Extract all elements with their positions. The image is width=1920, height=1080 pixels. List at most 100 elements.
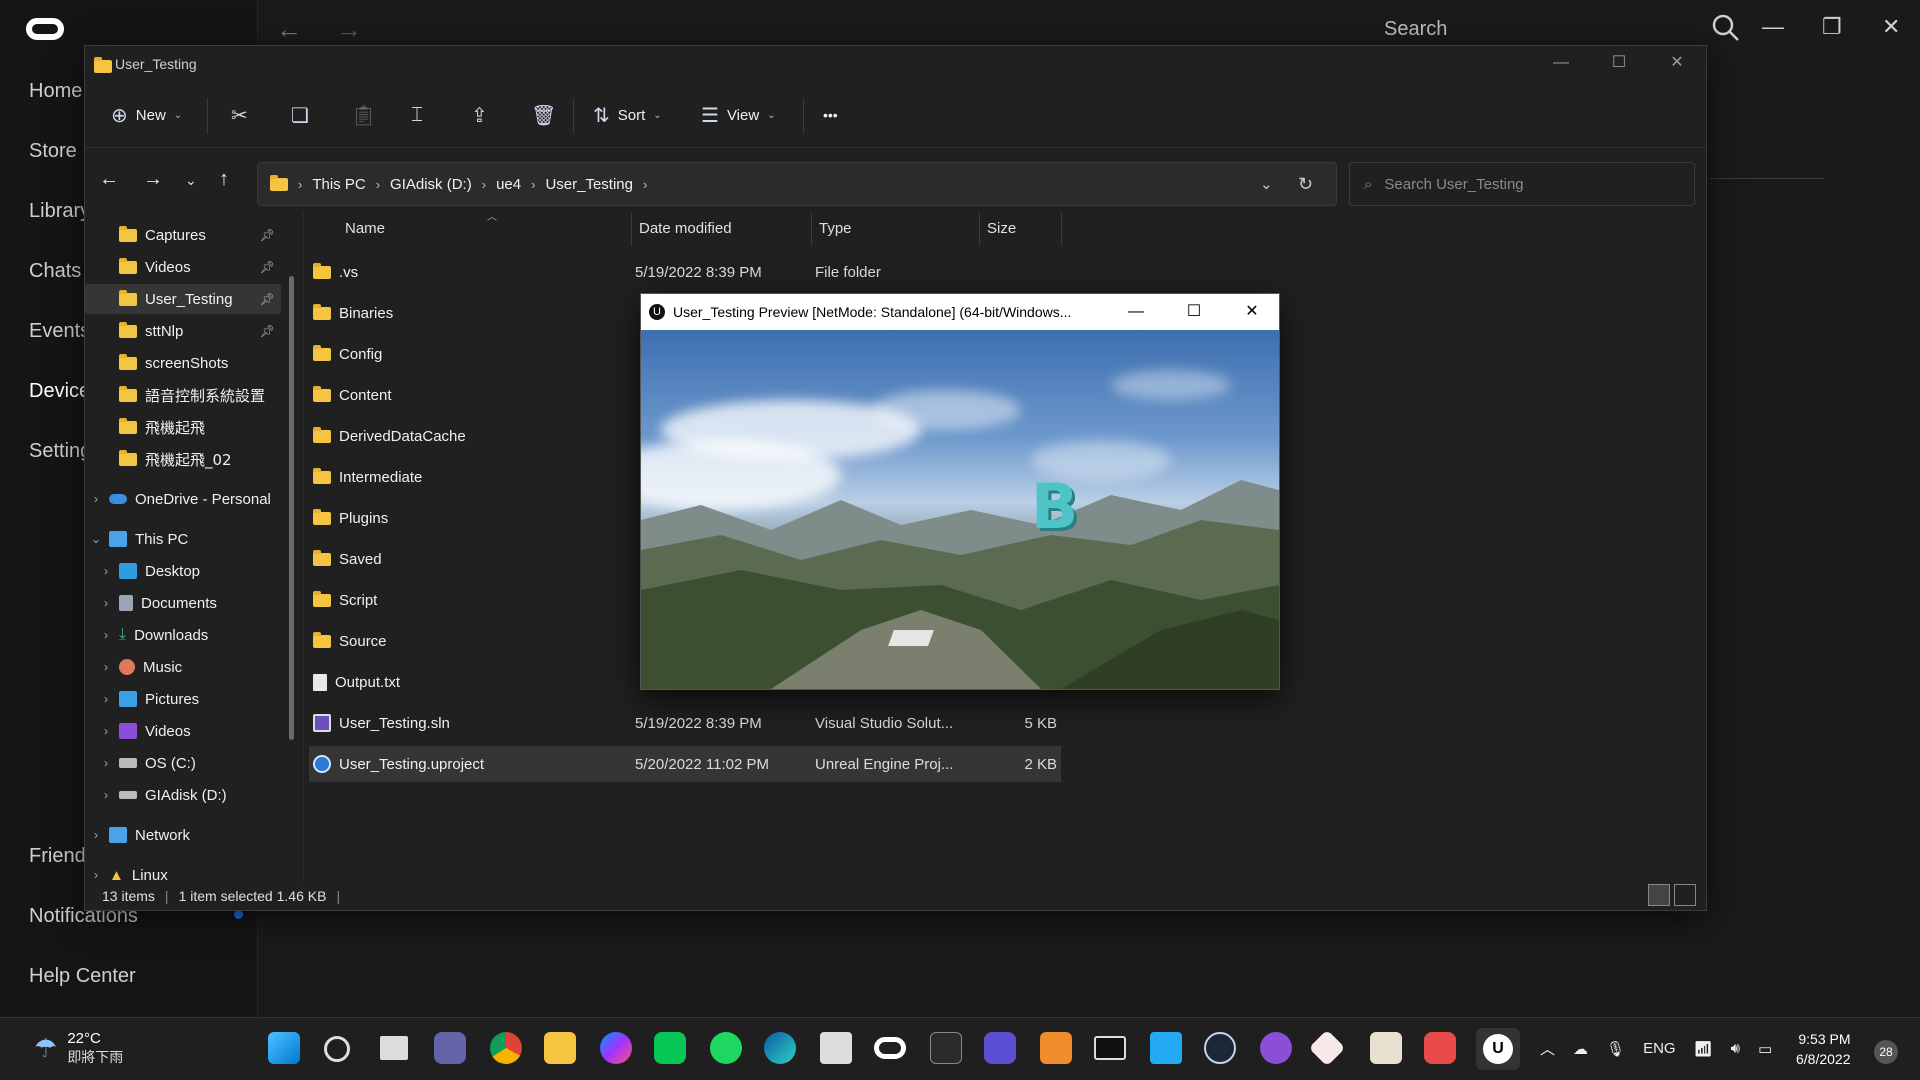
- column-divider[interactable]: [1061, 212, 1062, 246]
- delete-button[interactable]: 🗑︎: [531, 100, 556, 130]
- nav-item-giadisk-d[interactable]: › GIAdisk (D:): [85, 780, 281, 810]
- back-arrow-icon[interactable]: ←: [276, 14, 302, 45]
- teams-chat-icon[interactable]: [434, 1032, 466, 1064]
- oculus-nav-library[interactable]: Library: [29, 200, 90, 223]
- minimize-icon[interactable]: —: [1762, 14, 1784, 40]
- chrome-icon[interactable]: [490, 1032, 522, 1064]
- nav-item-videos[interactable]: Videos 📌︎: [85, 252, 281, 282]
- wifi-icon[interactable]: 📶︎: [1694, 1040, 1713, 1058]
- minimize-icon[interactable]: —: [1107, 294, 1165, 330]
- search-icon[interactable]: [1712, 14, 1740, 47]
- dice-icon[interactable]: [1308, 1029, 1346, 1067]
- chevron-up-icon[interactable]: ︿: [1540, 1038, 1555, 1059]
- github-icon[interactable]: [1260, 1032, 1292, 1064]
- nav-item-documents[interactable]: › Documents: [85, 588, 281, 618]
- rename-button[interactable]: ⌶: [411, 100, 423, 130]
- explorer-titlebar[interactable]: User_Testing — ☐ ✕: [85, 46, 1706, 82]
- close-icon[interactable]: ✕: [1882, 14, 1900, 40]
- nav-item-voice-control[interactable]: 語音控制系統設置: [85, 380, 281, 410]
- notepad-icon[interactable]: [1370, 1032, 1402, 1064]
- maximize-icon[interactable]: ☐: [1597, 50, 1641, 76]
- language-indicator[interactable]: ENG: [1643, 1040, 1676, 1057]
- messenger-icon[interactable]: [600, 1032, 632, 1064]
- nav-pane-scrollbar[interactable]: [289, 276, 294, 740]
- vscode-icon[interactable]: [1150, 1032, 1182, 1064]
- nav-item-network[interactable]: › Network: [85, 820, 281, 850]
- start-windows-icon[interactable]: [268, 1032, 300, 1064]
- column-header-size[interactable]: Size: [987, 220, 1016, 237]
- oculus-nav-help-center[interactable]: Help Center: [29, 965, 136, 988]
- oculus-nav-home[interactable]: Home: [29, 80, 82, 103]
- details-view-icon[interactable]: [1648, 884, 1670, 906]
- column-divider[interactable]: [979, 212, 980, 246]
- column-divider[interactable]: [811, 212, 812, 246]
- nav-item-takeoff[interactable]: 飛機起飛: [85, 412, 281, 442]
- battery-icon[interactable]: ▭: [1758, 1040, 1772, 1058]
- game-viewport[interactable]: B: [641, 330, 1279, 689]
- close-icon[interactable]: ✕: [1223, 294, 1281, 330]
- nav-item-os-c[interactable]: › OS (C:): [85, 748, 281, 778]
- column-header-type[interactable]: Type: [819, 220, 852, 237]
- nav-item-videos-pc[interactable]: › Videos: [85, 716, 281, 746]
- close-icon[interactable]: ✕: [1655, 50, 1699, 76]
- weather-widget[interactable]: ☂ 22°C 即將下雨: [34, 1030, 123, 1067]
- file-row[interactable]: User_Testing.sln 5/19/2022 8:39 PM Visual …: [309, 705, 1061, 741]
- back-arrow-icon[interactable]: ←: [99, 168, 119, 191]
- microphone-icon[interactable]: 🎙︎: [1606, 1040, 1625, 1058]
- up-arrow-icon[interactable]: ↑: [219, 168, 229, 191]
- forward-arrow-icon[interactable]: →: [336, 14, 362, 45]
- breadcrumb-item[interactable]: GIAdisk (D:): [390, 176, 472, 193]
- volume-icon[interactable]: 🔊︎: [1731, 1040, 1740, 1057]
- preview-titlebar[interactable]: U User_Testing Preview [NetMode: Standal…: [641, 294, 1279, 330]
- minimize-icon[interactable]: —: [1539, 50, 1583, 76]
- search-icon[interactable]: [324, 1036, 350, 1062]
- app-icon[interactable]: [1424, 1032, 1456, 1064]
- column-header-name[interactable]: Name: [345, 220, 385, 237]
- new-button[interactable]: ⊕ New ⌄: [111, 100, 182, 130]
- column-divider[interactable]: [631, 212, 632, 246]
- terminal-icon[interactable]: [1094, 1036, 1126, 1060]
- cut-button[interactable]: ✂: [231, 100, 248, 130]
- nav-item-sttnlp[interactable]: sttNlp 📌︎: [85, 316, 281, 346]
- oculus-nav-events[interactable]: Events: [29, 320, 90, 343]
- oculus-nav-store[interactable]: Store: [29, 140, 77, 163]
- file-explorer-icon[interactable]: [544, 1032, 576, 1064]
- notification-badge[interactable]: 28: [1874, 1040, 1898, 1064]
- rhino-icon[interactable]: [820, 1032, 852, 1064]
- paste-button[interactable]: 📋︎: [351, 100, 376, 130]
- nav-item-captures[interactable]: Captures 📌︎: [85, 220, 281, 250]
- clock[interactable]: 9:53 PM 6/8/2022: [1796, 1029, 1851, 1069]
- nav-item-music[interactable]: › Music: [85, 652, 281, 682]
- maximize-icon[interactable]: ☐: [1165, 294, 1223, 330]
- tiles-view-icon[interactable]: [1674, 884, 1696, 906]
- recent-locations-chevron-icon[interactable]: ⌄: [185, 172, 197, 189]
- breadcrumb-item[interactable]: ue4: [496, 176, 521, 193]
- copy-button[interactable]: ❏: [291, 100, 309, 130]
- restore-icon[interactable]: ❐: [1822, 14, 1842, 40]
- chevron-down-icon[interactable]: ⌄: [1260, 175, 1273, 193]
- nav-item-pictures[interactable]: › Pictures: [85, 684, 281, 714]
- column-header-date[interactable]: Date modified: [639, 220, 732, 237]
- address-bar[interactable]: › This PC › GIAdisk (D:) › ue4 › User_Te…: [257, 162, 1337, 206]
- nav-item-user-testing[interactable]: User_Testing 📌︎: [85, 284, 281, 314]
- oculus-app-icon[interactable]: [984, 1032, 1016, 1064]
- nav-item-onedrive[interactable]: › OneDrive - Personal: [85, 484, 281, 514]
- onedrive-cloud-icon[interactable]: ☁: [1573, 1040, 1588, 1058]
- sort-button[interactable]: ⇅ Sort ⌄: [593, 100, 662, 130]
- task-view-icon[interactable]: [380, 1036, 408, 1060]
- breadcrumb-item[interactable]: This PC: [312, 176, 365, 193]
- view-button[interactable]: ☰ View ⌄: [701, 100, 776, 130]
- edge-icon[interactable]: [764, 1032, 796, 1064]
- refresh-icon[interactable]: ↻: [1298, 174, 1313, 195]
- search-box[interactable]: ⌕ Search User_Testing: [1349, 162, 1695, 206]
- file-row-selected[interactable]: User_Testing.uproject 5/20/2022 11:02 PM U…: [309, 746, 1061, 782]
- forward-arrow-icon[interactable]: →: [143, 168, 163, 191]
- more-options-button[interactable]: •••: [823, 100, 838, 130]
- nav-item-downloads[interactable]: › ⤓ Downloads: [85, 620, 281, 650]
- nav-item-this-pc[interactable]: ⌄ This PC: [85, 524, 281, 554]
- oculus-search-label[interactable]: Search: [1384, 18, 1447, 41]
- unreal-engine-taskbar-button[interactable]: U: [1476, 1028, 1520, 1070]
- nav-item-desktop[interactable]: › Desktop: [85, 556, 281, 586]
- spotify-icon[interactable]: [710, 1032, 742, 1064]
- nav-item-screenshots[interactable]: screenShots: [85, 348, 281, 378]
